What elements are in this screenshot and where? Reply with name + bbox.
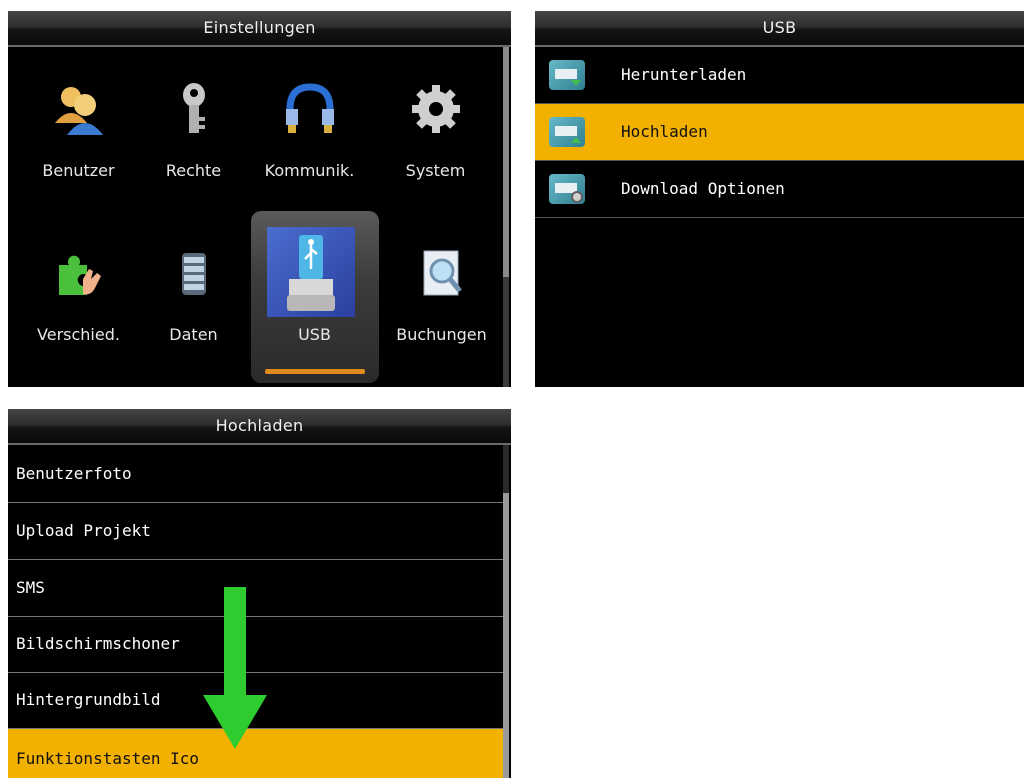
upload-item-upload-projekt[interactable]: Upload Projekt <box>8 503 503 560</box>
usb-drive-icon <box>287 235 335 311</box>
upload-item-label: Bildschirmschoner <box>16 634 180 653</box>
usb-item-hochladen[interactable]: Hochladen <box>535 104 1024 161</box>
settings-title: Einstellungen <box>8 11 511 47</box>
upload-scroll-thumb[interactable] <box>503 493 509 778</box>
menu-item-buchungen[interactable]: Buchungen <box>384 219 499 369</box>
usb-item-download-optionen[interactable]: Download Optionen <box>535 161 1024 218</box>
puzzle-hand-icon <box>58 255 101 295</box>
usb-item-herunterladen[interactable]: Herunterladen <box>535 47 1024 104</box>
menu-item-label: System <box>405 161 466 180</box>
database-icon <box>181 253 206 295</box>
network-cable-icon <box>285 83 334 133</box>
usb-title: USB <box>535 11 1024 47</box>
usb-options-icon <box>549 174 585 204</box>
menu-item-benutzer[interactable]: Benutzer <box>21 55 136 205</box>
upload-menu-screen: Hochladen Benutzerfoto Upload Projekt SM… <box>8 409 511 778</box>
users-icon <box>54 87 103 135</box>
usb-menu-screen: USB Herunterladen Hochladen Download Opt… <box>535 11 1024 387</box>
selection-bar <box>265 369 365 374</box>
key-icon <box>182 83 205 133</box>
usb-item-label: Download Optionen <box>621 179 785 198</box>
menu-item-usb[interactable]: USB <box>251 211 379 383</box>
menu-item-verschied[interactable]: Verschied. <box>21 219 136 369</box>
menu-item-daten[interactable]: Daten <box>136 219 251 369</box>
upload-scrollbar[interactable] <box>503 445 509 778</box>
usb-tile <box>267 227 355 317</box>
upload-item-label: Benutzerfoto <box>16 464 132 483</box>
upload-item-benutzerfoto[interactable]: Benutzerfoto <box>8 446 503 503</box>
menu-item-label: Benutzer <box>42 161 115 180</box>
upload-item-label: Upload Projekt <box>16 521 151 540</box>
menu-item-label: Kommunik. <box>264 161 355 180</box>
usb-item-label: Hochladen <box>621 122 708 141</box>
menu-item-rechte[interactable]: Rechte <box>136 55 251 205</box>
menu-item-label: Verschied. <box>37 325 120 344</box>
menu-item-label: Daten <box>169 325 218 344</box>
menu-scrollbar[interactable] <box>503 47 509 387</box>
down-arrow-annotation <box>203 587 267 749</box>
upload-item-label: Funktionstasten Ico <box>16 749 200 768</box>
upload-item-label: SMS <box>16 578 45 597</box>
usb-download-icon <box>549 60 585 90</box>
usb-upload-icon <box>549 117 585 147</box>
menu-item-label: USB <box>298 325 331 344</box>
menu-item-label: Buchungen <box>396 325 487 344</box>
gear-icon <box>411 85 460 133</box>
settings-menu-screen: Einstellungen Benutzer Rechte Kommunik. … <box>8 11 511 387</box>
upload-title: Hochladen <box>8 409 511 445</box>
usb-item-label: Herunterladen <box>621 65 747 84</box>
magnifier-document-icon <box>423 250 462 296</box>
upload-item-label: Hintergrundbild <box>16 690 161 709</box>
menu-scroll-thumb[interactable] <box>503 47 509 277</box>
menu-item-kommunik[interactable]: Kommunik. <box>252 55 367 205</box>
menu-item-label: Rechte <box>165 161 222 180</box>
menu-item-system[interactable]: System <box>378 55 493 205</box>
